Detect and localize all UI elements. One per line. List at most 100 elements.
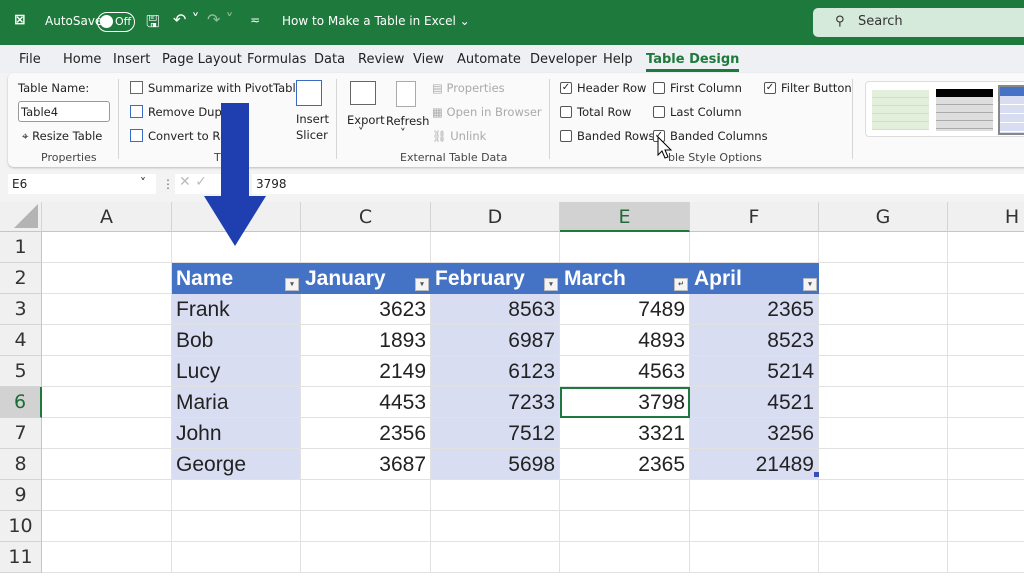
- convert-to-range-button[interactable]: Convert to Ran: [148, 129, 234, 143]
- customize-qat-icon[interactable]: ≂: [250, 13, 260, 27]
- cell[interactable]: [301, 232, 431, 263]
- column-header-D[interactable]: D: [431, 202, 560, 232]
- cell[interactable]: [560, 480, 690, 511]
- cell[interactable]: [819, 511, 948, 542]
- cell[interactable]: [690, 232, 819, 263]
- cell[interactable]: [948, 418, 1024, 449]
- undo-icon[interactable]: ↶ ˅: [173, 10, 200, 29]
- cell[interactable]: [948, 542, 1024, 573]
- cell[interactable]: [819, 418, 948, 449]
- cell[interactable]: [42, 387, 172, 418]
- enter-icon[interactable]: ✓: [195, 174, 207, 190]
- tab-view[interactable]: View: [413, 52, 444, 67]
- cell[interactable]: [690, 511, 819, 542]
- cell[interactable]: [42, 294, 172, 325]
- column-header-G[interactable]: G: [819, 202, 948, 232]
- table-value-cell[interactable]: 6123: [431, 356, 560, 387]
- cell[interactable]: [42, 356, 172, 387]
- cell[interactable]: [431, 542, 560, 573]
- cell[interactable]: [301, 542, 431, 573]
- cell[interactable]: [948, 263, 1024, 294]
- name-box[interactable]: E6 ˅: [8, 174, 156, 194]
- table-name-cell[interactable]: John: [172, 418, 301, 449]
- summarize-pivottable-button[interactable]: Summarize with PivotTable: [148, 81, 303, 95]
- cell[interactable]: [42, 418, 172, 449]
- row-header-5[interactable]: 5: [0, 356, 42, 387]
- cell[interactable]: [560, 511, 690, 542]
- cell[interactable]: [560, 232, 690, 263]
- filter-dropdown-icon[interactable]: ▾: [544, 278, 558, 291]
- cell[interactable]: [819, 387, 948, 418]
- table-value-cell[interactable]: 21489: [690, 449, 819, 480]
- cell[interactable]: [42, 480, 172, 511]
- autosave-toggle[interactable]: Off: [97, 12, 135, 32]
- header-row-checkbox[interactable]: ✓: [560, 82, 572, 94]
- table-styles-gallery[interactable]: [865, 81, 1024, 137]
- row-header-8[interactable]: 8: [0, 449, 42, 480]
- column-header-A[interactable]: A: [42, 202, 172, 232]
- cell[interactable]: [42, 449, 172, 480]
- table-value-cell[interactable]: 8523: [690, 325, 819, 356]
- cell[interactable]: [948, 480, 1024, 511]
- redo-icon[interactable]: ↷ ˅: [207, 10, 234, 29]
- filter-dropdown-icon[interactable]: ▾: [803, 278, 817, 291]
- export-chevron-icon[interactable]: ˅: [358, 125, 364, 139]
- save-icon[interactable]: 🖫: [146, 11, 160, 38]
- cell[interactable]: [172, 542, 301, 573]
- cell[interactable]: [819, 356, 948, 387]
- table-style-dark[interactable]: [936, 89, 993, 131]
- cell[interactable]: [42, 511, 172, 542]
- worksheet-grid[interactable]: A C D E F G H 1 2 3 4 5 6 7 8 9 10 11 Name ▾ January ▾ Februar…: [0, 202, 1024, 576]
- tab-data[interactable]: Data: [314, 52, 345, 67]
- table-value-cell[interactable]: 5698: [431, 449, 560, 480]
- cell[interactable]: [42, 232, 172, 263]
- table-value-cell[interactable]: 6987: [431, 325, 560, 356]
- cell[interactable]: [690, 542, 819, 573]
- row-header-4[interactable]: 4: [0, 325, 42, 356]
- cell[interactable]: [42, 542, 172, 573]
- cell[interactable]: [819, 232, 948, 263]
- table-value-cell[interactable]: 3623: [301, 294, 431, 325]
- table-value-cell[interactable]: 2356: [301, 418, 431, 449]
- cell[interactable]: [948, 449, 1024, 480]
- formula-bar[interactable]: 3798: [252, 174, 1024, 194]
- cell[interactable]: [690, 480, 819, 511]
- cell[interactable]: [948, 232, 1024, 263]
- table-style-green[interactable]: [872, 90, 929, 130]
- column-header-C[interactable]: C: [301, 202, 431, 232]
- row-header-1[interactable]: 1: [0, 232, 42, 263]
- table-resize-handle[interactable]: [814, 472, 819, 477]
- table-value-cell[interactable]: 8563: [431, 294, 560, 325]
- name-box-chevron-icon[interactable]: ˅: [140, 176, 146, 190]
- resize-table-button[interactable]: ⌖ Resize Table: [22, 129, 102, 144]
- cell[interactable]: [42, 325, 172, 356]
- table-name-cell[interactable]: Maria: [172, 387, 301, 418]
- table-value-cell[interactable]: 7233: [431, 387, 560, 418]
- banded-columns-checkbox[interactable]: ✓: [653, 130, 665, 142]
- table-value-cell[interactable]: 3687: [301, 449, 431, 480]
- cell[interactable]: [431, 232, 560, 263]
- cell[interactable]: [42, 263, 172, 294]
- filter-button-checkbox[interactable]: ✓: [764, 82, 776, 94]
- table-value-cell[interactable]: 7512: [431, 418, 560, 449]
- cell[interactable]: [819, 294, 948, 325]
- tab-home[interactable]: Home: [63, 52, 101, 67]
- row-header-10[interactable]: 10: [0, 511, 42, 542]
- table-name-input[interactable]: Table4: [18, 101, 110, 122]
- cell[interactable]: [172, 511, 301, 542]
- table-value-cell[interactable]: 4453: [301, 387, 431, 418]
- remove-duplicates-button[interactable]: Remove Duplic: [148, 105, 234, 119]
- tab-help[interactable]: Help: [603, 52, 633, 67]
- table-value-cell[interactable]: 3798: [560, 387, 690, 418]
- cancel-icon[interactable]: ✕: [179, 174, 191, 190]
- select-all-corner[interactable]: [0, 202, 42, 232]
- first-column-checkbox[interactable]: [653, 82, 665, 94]
- tab-automate[interactable]: Automate: [457, 52, 521, 67]
- column-header-F[interactable]: F: [690, 202, 819, 232]
- column-header-E[interactable]: E: [560, 202, 690, 232]
- cell[interactable]: [819, 325, 948, 356]
- table-name-cell[interactable]: George: [172, 449, 301, 480]
- table-value-cell[interactable]: 2149: [301, 356, 431, 387]
- banded-rows-checkbox[interactable]: [560, 130, 572, 142]
- row-header-7[interactable]: 7: [0, 418, 42, 449]
